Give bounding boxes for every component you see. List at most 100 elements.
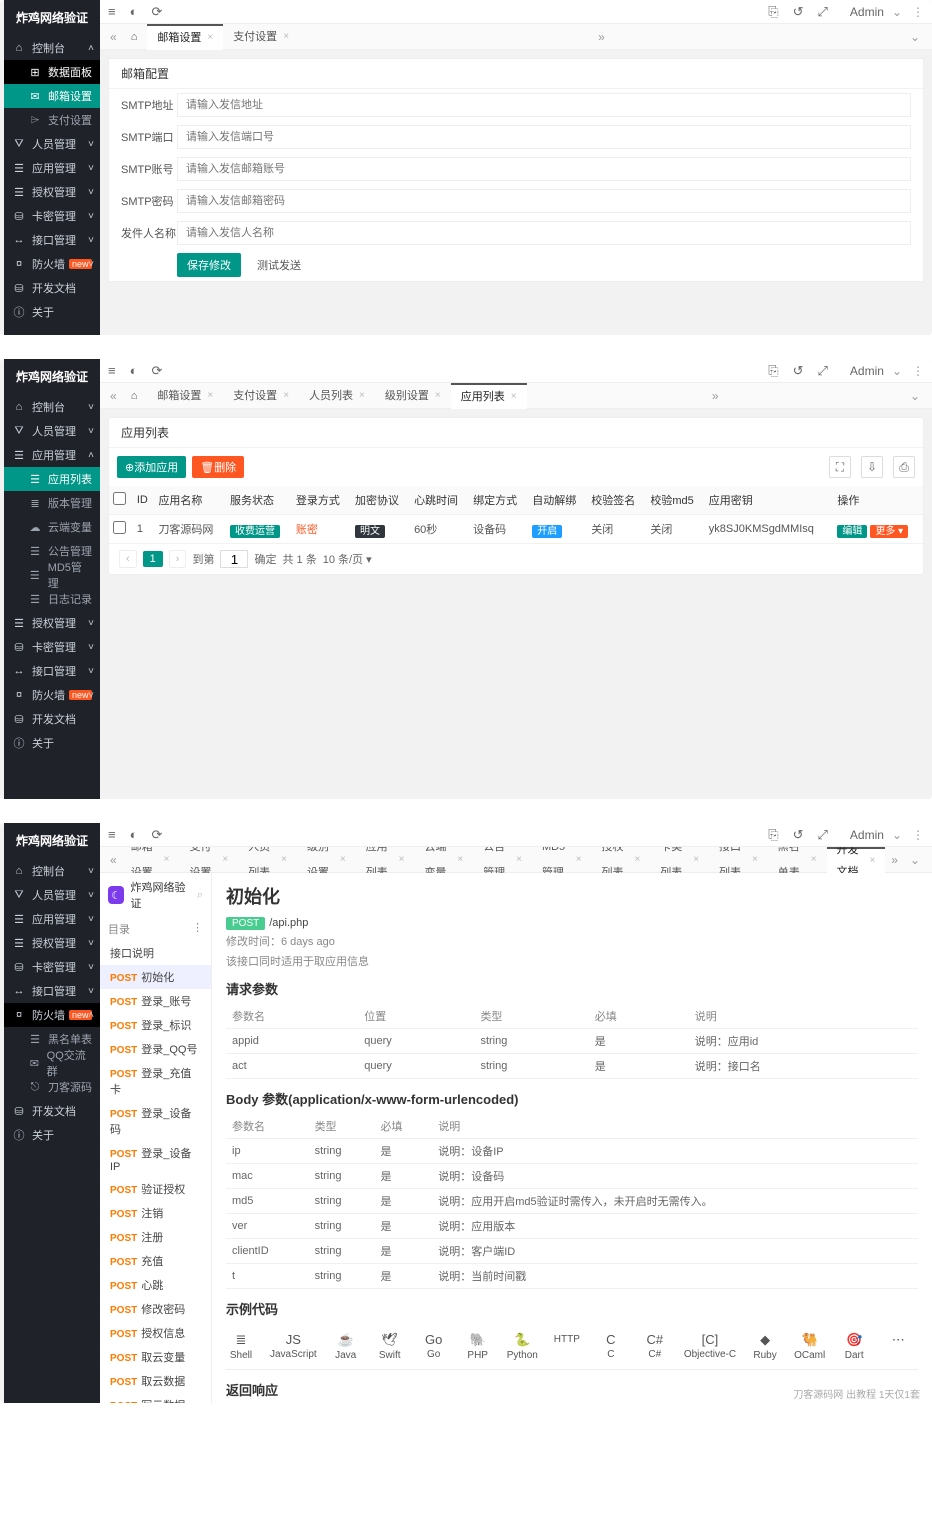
tab-home[interactable]: ⌂ (121, 24, 148, 50)
print-icon[interactable]: ⎙ (893, 456, 915, 478)
doc-nav-item[interactable]: POST登录_设备IP (100, 1141, 211, 1177)
user-chevron-icon[interactable]: ⌄ (892, 5, 902, 19)
cat-menu-icon[interactable]: ⋮ (192, 921, 203, 937)
pager-confirm[interactable]: 确定 (254, 551, 276, 567)
save-button[interactable]: 保存修改 (177, 253, 241, 277)
field-input[interactable] (177, 93, 911, 117)
tab[interactable]: 邮箱设置× (121, 847, 180, 873)
sidebar-item[interactable]: ⛁开发文档 (4, 276, 100, 300)
close-icon[interactable]: × (399, 847, 405, 873)
sidebar-item[interactable]: ☰授权管理˅ (4, 931, 100, 955)
delete-button[interactable]: 🗑 删除 (192, 456, 244, 478)
doc-nav-item[interactable]: POST登录_QQ号 (100, 1037, 211, 1061)
more-icon[interactable]: ⋮ (912, 828, 924, 842)
close-icon[interactable]: × (811, 847, 817, 873)
sidebar-item[interactable]: ☰授权管理˅ (4, 611, 100, 635)
doc-nav-item[interactable]: POST登录_标识 (100, 1013, 211, 1037)
tab-menu-icon[interactable]: ⌄ (904, 30, 926, 44)
pager-prev[interactable]: ‹ (119, 550, 137, 568)
close-icon[interactable]: × (576, 847, 582, 873)
tab-next-icon[interactable]: » (592, 30, 611, 44)
tab[interactable]: 云端变量× (414, 847, 473, 873)
select-all-checkbox[interactable] (113, 492, 126, 505)
doc-nav-item[interactable]: POST登录_设备码 (100, 1101, 211, 1141)
doc-nav-item[interactable]: POST初始化 (100, 965, 211, 989)
sidebar-item[interactable]: ☰MD5管理 (4, 563, 100, 587)
reload-icon[interactable]: ↺ (793, 4, 804, 20)
close-icon[interactable]: × (340, 847, 346, 873)
more-icon[interactable]: ⋮ (912, 364, 924, 378)
sidebar-item[interactable]: ⛁卡密管理˅ (4, 635, 100, 659)
lang-tab[interactable]: JSJavaScript (270, 1332, 317, 1361)
sidebar-item[interactable]: ⓘ关于 (4, 1123, 100, 1147)
sidebar-item[interactable]: ⌂控制台˅ (4, 395, 100, 419)
tab-menu-icon[interactable]: ⌄ (904, 389, 926, 403)
tab[interactable]: 应用列表× (356, 847, 415, 873)
sidebar-item[interactable]: ☰应用管理˄ (4, 443, 100, 467)
row-checkbox[interactable] (113, 521, 126, 534)
lang-tab[interactable]: C#C# (640, 1332, 670, 1361)
refresh-icon[interactable]: ⟳ (151, 827, 162, 843)
close-icon[interactable]: × (457, 847, 463, 873)
tab[interactable]: 邮箱设置× (147, 24, 223, 50)
theme-icon[interactable]: ◐ (130, 827, 138, 842)
close-icon[interactable]: × (869, 850, 875, 872)
edit-button[interactable]: 编辑 (837, 525, 867, 538)
doc-nav-item[interactable]: POST取云变量 (100, 1345, 211, 1369)
sidebar-item[interactable]: ✉QQ交流群 (4, 1051, 100, 1075)
lang-tab[interactable]: ☕Java (331, 1332, 361, 1361)
sidebar-item[interactable]: ☰应用列表 (4, 467, 100, 491)
reload-icon[interactable]: ↺ (793, 827, 804, 843)
tab-prev-icon[interactable]: « (106, 30, 121, 44)
tab[interactable]: 接口列表× (709, 847, 768, 873)
sidebar-item[interactable]: ⛁卡密管理˅ (4, 204, 100, 228)
close-icon[interactable]: × (359, 383, 365, 409)
sidebar-item[interactable]: ≣版本管理 (4, 491, 100, 515)
user-chevron-icon[interactable]: ⌄ (892, 828, 902, 842)
doc-nav-item[interactable]: POST授权信息 (100, 1321, 211, 1345)
user-name[interactable]: Admin (850, 5, 884, 19)
pager-pagesize[interactable]: 10 条/页 ▾ (323, 551, 372, 567)
copy-icon[interactable]: ⎘ (768, 4, 778, 20)
refresh-icon[interactable]: ⟳ (151, 4, 162, 20)
tab-menu-icon[interactable]: ⌄ (904, 853, 926, 867)
sidebar-item[interactable]: ⓘ关于 (4, 731, 100, 755)
more-icon[interactable]: ⋮ (912, 5, 924, 19)
doc-nav-item[interactable]: POST注销 (100, 1201, 211, 1225)
lang-tab[interactable]: 🕊Swift (375, 1332, 405, 1361)
tab-prev-icon[interactable]: « (106, 389, 121, 403)
sidebar-item[interactable]: ↔接口管理˅ (4, 228, 100, 252)
tab-next-icon[interactable]: » (885, 853, 904, 867)
sidebar-item[interactable]: ⛁开发文档 (4, 1099, 100, 1123)
tab[interactable]: 级别设置× (375, 383, 451, 409)
close-icon[interactable]: × (516, 847, 522, 873)
doc-nav-item[interactable]: POST注册 (100, 1225, 211, 1249)
doc-nav-item[interactable]: 接口说明 (100, 941, 211, 965)
sidebar-item[interactable]: ☰授权管理˅ (4, 180, 100, 204)
doc-nav-item[interactable]: POST验证授权 (100, 1177, 211, 1201)
sidebar-item[interactable]: ¤防火墙new˅ (4, 683, 100, 707)
tab[interactable]: 级别设置× (297, 847, 356, 873)
tab[interactable]: 人员列表× (299, 383, 375, 409)
sidebar-item[interactable]: ☰日志记录 (4, 587, 100, 611)
close-icon[interactable]: × (511, 386, 517, 408)
sidebar-item[interactable]: ☰应用管理˅ (4, 156, 100, 180)
fullscreen-icon[interactable]: ⤢ (818, 363, 828, 379)
filter-icon[interactable]: ⛶ (829, 456, 851, 478)
add-app-button[interactable]: ⊕ 添加应用 (117, 456, 186, 478)
test-send-button[interactable]: 测试发送 (247, 253, 311, 277)
tab[interactable]: MD5管理× (532, 847, 592, 873)
sidebar-item[interactable]: ⌲支付设置 (4, 108, 100, 132)
reload-icon[interactable]: ↺ (793, 363, 804, 379)
lang-tab[interactable]: 🐫OCaml (794, 1332, 825, 1361)
sidebar-item[interactable]: ☰应用管理˅ (4, 907, 100, 931)
doc-nav-item[interactable]: POST充值 (100, 1249, 211, 1273)
close-icon[interactable]: × (207, 27, 213, 49)
tab[interactable]: 卡类列表× (650, 847, 709, 873)
lang-tab[interactable]: ≣Shell (226, 1332, 256, 1361)
search-icon[interactable]: ⌕ (197, 889, 203, 902)
doc-nav-item[interactable]: POST登录_充值卡 (100, 1061, 211, 1101)
sidebar-item[interactable]: ⌂控制台˅ (4, 859, 100, 883)
refresh-icon[interactable]: ⟳ (151, 363, 162, 379)
export-icon[interactable]: ⇩ (861, 456, 883, 478)
